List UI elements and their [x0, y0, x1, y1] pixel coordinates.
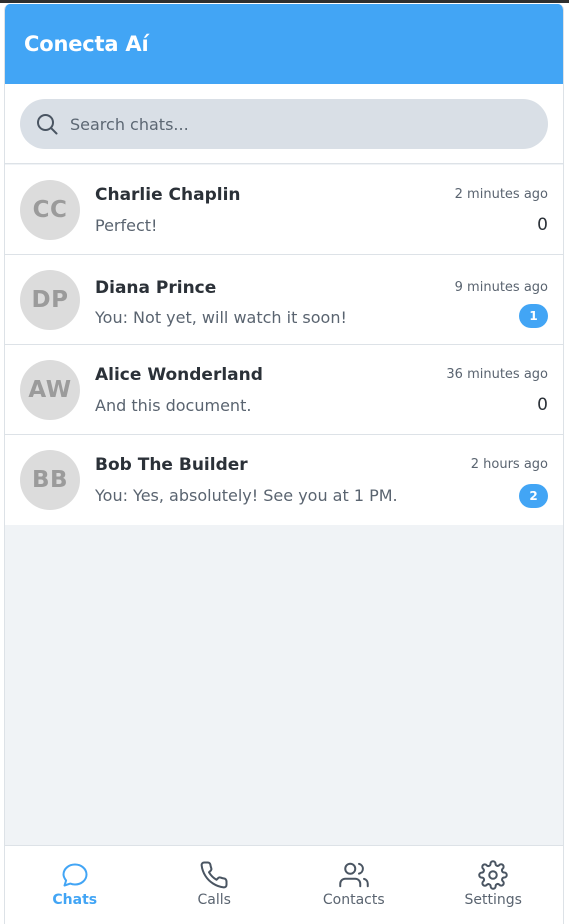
chat-last-message: Perfect! — [95, 216, 158, 235]
chat-name: Bob The Builder — [95, 455, 248, 475]
browser-top-edge — [0, 0, 569, 3]
nav-contacts[interactable]: Contacts — [284, 846, 424, 924]
search-box[interactable] — [20, 99, 548, 149]
search-bar-container — [5, 84, 563, 164]
nav-calls[interactable]: Calls — [145, 846, 285, 924]
nav-settings[interactable]: Settings — [424, 846, 564, 924]
chat-row-bob-the-builder[interactable]: BB Bob The Builder 2 hours ago You: Yes,… — [5, 435, 563, 525]
bottom-navigation: Chats Calls Contacts Settings — [5, 845, 563, 924]
avatar: AW — [20, 360, 80, 420]
phone-icon — [199, 860, 229, 890]
chat-timestamp: 2 hours ago — [470, 457, 548, 472]
app-header: Conecta Aí — [5, 4, 563, 84]
chat-timestamp: 9 minutes ago — [454, 280, 548, 295]
chat-last-message: You: Yes, absolutely! See you at 1 PM. — [95, 486, 398, 505]
gear-icon — [478, 860, 508, 890]
nav-label: Chats — [52, 892, 98, 908]
nav-label: Settings — [464, 892, 522, 908]
chat-name: Charlie Chaplin — [95, 185, 241, 205]
chat-name: Alice Wonderland — [95, 365, 263, 385]
chat-last-message: And this document. — [95, 396, 252, 415]
search-input[interactable] — [70, 114, 510, 134]
chat-timestamp: 2 minutes ago — [454, 187, 548, 202]
search-icon — [35, 112, 59, 136]
chat-bubble-icon — [60, 860, 90, 890]
unread-count: 0 — [537, 395, 548, 415]
chat-row-alice-wonderland[interactable]: AW Alice Wonderland 36 minutes ago And t… — [5, 345, 563, 435]
unread-badge: 2 — [519, 484, 548, 508]
unread-badge: 1 — [519, 304, 548, 328]
users-icon — [339, 860, 369, 890]
avatar: BB — [20, 450, 80, 510]
chat-name: Diana Prince — [95, 278, 217, 298]
unread-count: 0 — [537, 215, 548, 235]
nav-label: Contacts — [322, 892, 385, 908]
chat-row-diana-prince[interactable]: DP Diana Prince 9 minutes ago You: Not y… — [5, 255, 563, 345]
app-title: Conecta Aí — [24, 32, 149, 56]
chat-list: CC Charlie Chaplin 2 minutes ago Perfect… — [5, 165, 563, 525]
avatar: CC — [20, 180, 80, 240]
app-window: Conecta Aí CC Charlie Chaplin 2 minutes … — [4, 4, 564, 924]
nav-chats[interactable]: Chats — [5, 846, 145, 924]
chat-timestamp: 36 minutes ago — [446, 367, 548, 382]
nav-label: Calls — [197, 892, 231, 908]
avatar: DP — [20, 270, 80, 330]
chat-row-charlie-chaplin[interactable]: CC Charlie Chaplin 2 minutes ago Perfect… — [5, 165, 563, 255]
chat-last-message: You: Not yet, will watch it soon! — [95, 308, 347, 327]
